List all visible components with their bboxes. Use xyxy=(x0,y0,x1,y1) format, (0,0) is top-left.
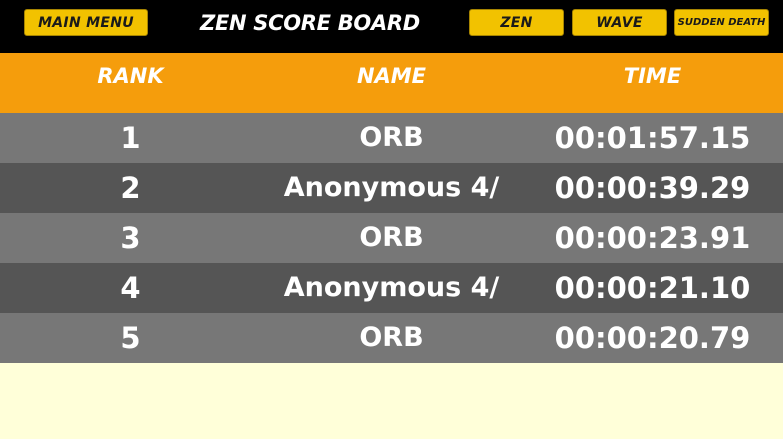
time-cell: 00:00:23.91 xyxy=(554,221,751,255)
time-cell: 00:00:39.29 xyxy=(554,171,751,205)
name-cell: ORB xyxy=(359,322,424,353)
top-bar: MAIN MENU ZEN SCORE BOARD ZEN WAVE SUDDE… xyxy=(0,0,783,53)
score-row: 2 Anonymous 4/ 00:00:39.29 xyxy=(0,163,783,213)
rank-cell: 2 xyxy=(120,171,141,205)
empty-area xyxy=(0,363,783,439)
sudden-death-mode-button[interactable]: SUDDEN DEATH xyxy=(674,9,769,36)
scoreboard-header: RANK NAME TIME xyxy=(0,53,783,113)
page-title: ZEN SCORE BOARD xyxy=(200,11,420,35)
time-cell: 00:00:21.10 xyxy=(554,271,751,305)
main-menu-button[interactable]: MAIN MENU xyxy=(24,9,148,36)
score-row: 3 ORB 00:00:23.91 xyxy=(0,213,783,263)
time-cell: 00:01:57.15 xyxy=(554,121,751,155)
rank-column-header: RANK xyxy=(97,64,164,88)
wave-mode-button[interactable]: WAVE xyxy=(572,9,667,36)
rank-cell: 1 xyxy=(120,121,141,155)
score-row: 4 Anonymous 4/ 00:00:21.10 xyxy=(0,263,783,313)
time-column-header: TIME xyxy=(623,64,682,88)
name-cell: ORB xyxy=(359,222,424,253)
score-row: 5 ORB 00:00:20.79 xyxy=(0,313,783,363)
zen-mode-button[interactable]: ZEN xyxy=(469,9,564,36)
rank-cell: 4 xyxy=(120,271,141,305)
name-column-header: NAME xyxy=(356,64,427,88)
rank-cell: 3 xyxy=(120,221,141,255)
name-cell: Anonymous 4/ xyxy=(283,172,500,203)
name-cell: ORB xyxy=(359,122,424,153)
rank-cell: 5 xyxy=(120,321,141,355)
score-row: 1 ORB 00:01:57.15 xyxy=(0,113,783,163)
time-cell: 00:00:20.79 xyxy=(554,321,751,355)
scoreboard-rows: 1 ORB 00:01:57.15 2 Anonymous 4/ 00:00:3… xyxy=(0,113,783,363)
name-cell: Anonymous 4/ xyxy=(283,272,500,303)
